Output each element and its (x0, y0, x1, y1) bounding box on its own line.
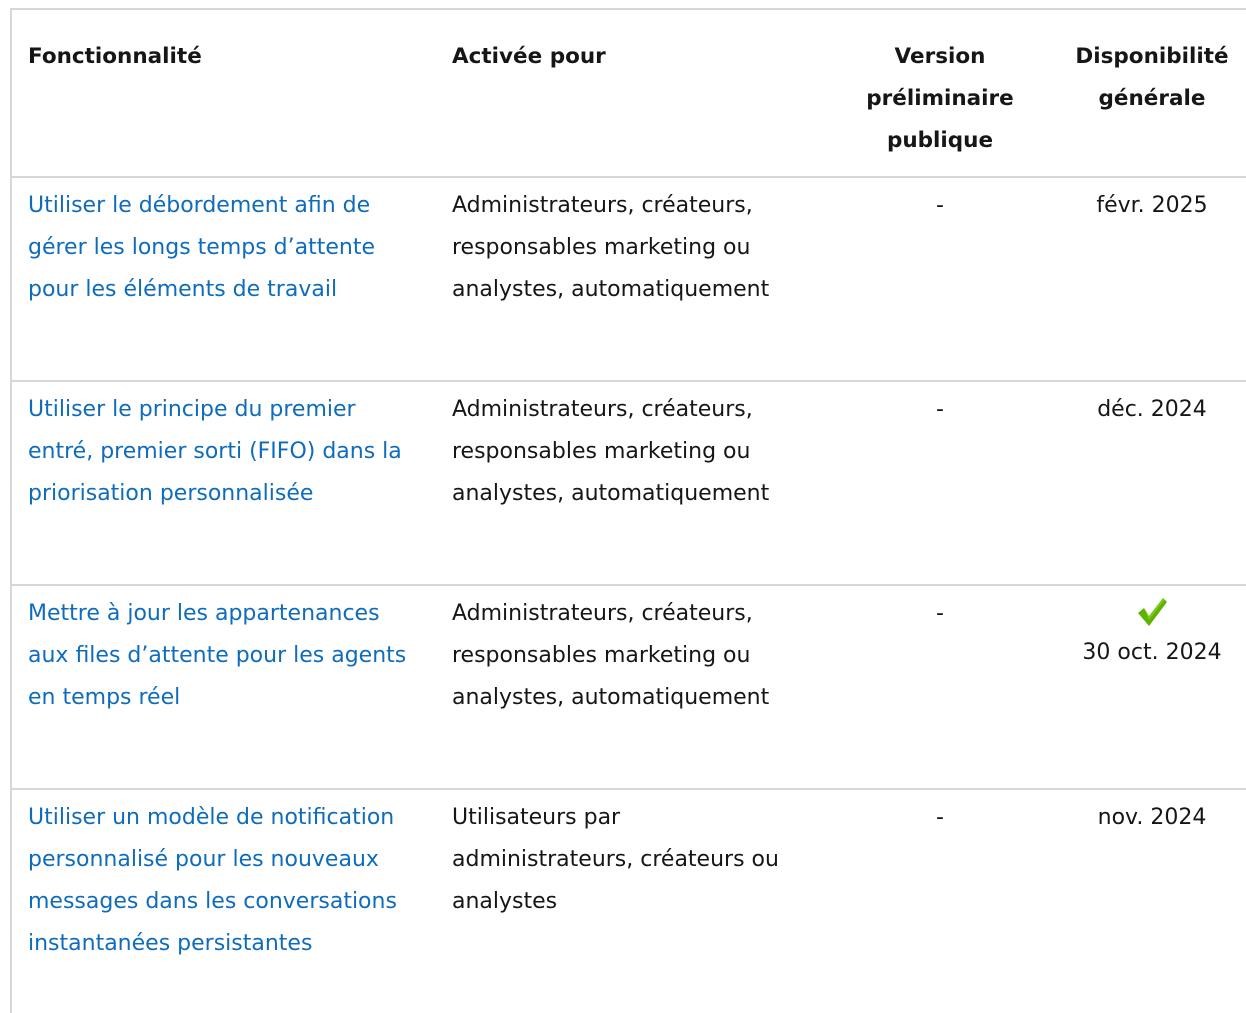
feature-cell: Utiliser le débordement afin de gérer le… (12, 177, 436, 382)
preview-cell: - (822, 585, 1058, 790)
ga-cell: nov. 2024 (1097, 805, 1207, 830)
ga-cell: 30 oct. 2024 (1058, 585, 1246, 790)
header-enabled-for: Activée pour (436, 10, 822, 178)
ga-cell: févr. 2025 (1058, 177, 1246, 382)
feature-link-queue-membership[interactable]: Mettre à jour les appartenances aux file… (28, 601, 406, 710)
feature-cell: Utiliser le principe du premier entré, p… (12, 381, 436, 586)
feature-link-notification-template[interactable]: Utiliser un modèle de notification perso… (28, 805, 397, 956)
feature-cell: Utiliser un modèle de notification perso… (12, 789, 436, 971)
table-row: Mettre à jour les appartenances aux file… (12, 585, 1246, 790)
feature-link-fifo[interactable]: Utiliser le principe du premier entré, p… (28, 397, 402, 506)
release-plan-table: Fonctionnalité Activée pour Version prél… (12, 10, 1246, 971)
ga-date: 30 oct. 2024 (1082, 640, 1222, 665)
feature-cell: Mettre à jour les appartenances aux file… (12, 585, 436, 790)
preview-cell: - (822, 177, 1058, 382)
table-row: Utiliser le principe du premier entré, p… (12, 381, 1246, 586)
header-general-availability: Disponibilité générale (1058, 10, 1246, 178)
header-public-preview: Version préliminaire publique (822, 10, 1058, 178)
preview-cell: - (936, 805, 944, 830)
enabled-for-cell: Administrateurs, créateurs, responsables… (436, 177, 822, 382)
table-row: Utiliser le débordement afin de gérer le… (12, 177, 1246, 382)
enabled-for-cell: Administrateurs, créateurs, responsables… (436, 585, 822, 790)
table-row: Utiliser un modèle de notification perso… (12, 789, 1246, 971)
enabled-for-cell: Utilisateurs par administrateurs, créate… (452, 805, 779, 914)
header-feature: Fonctionnalité (12, 10, 436, 178)
ga-cell: déc. 2024 (1058, 381, 1246, 586)
feature-link-overflow[interactable]: Utiliser le débordement afin de gérer le… (28, 193, 375, 302)
checkmark-icon (1064, 594, 1240, 632)
preview-cell: - (822, 381, 1058, 586)
release-plan-table-container: Fonctionnalité Activée pour Version prél… (10, 8, 1246, 1013)
enabled-for-cell: Administrateurs, créateurs, responsables… (436, 381, 822, 586)
table-header-row: Fonctionnalité Activée pour Version prél… (12, 10, 1246, 178)
